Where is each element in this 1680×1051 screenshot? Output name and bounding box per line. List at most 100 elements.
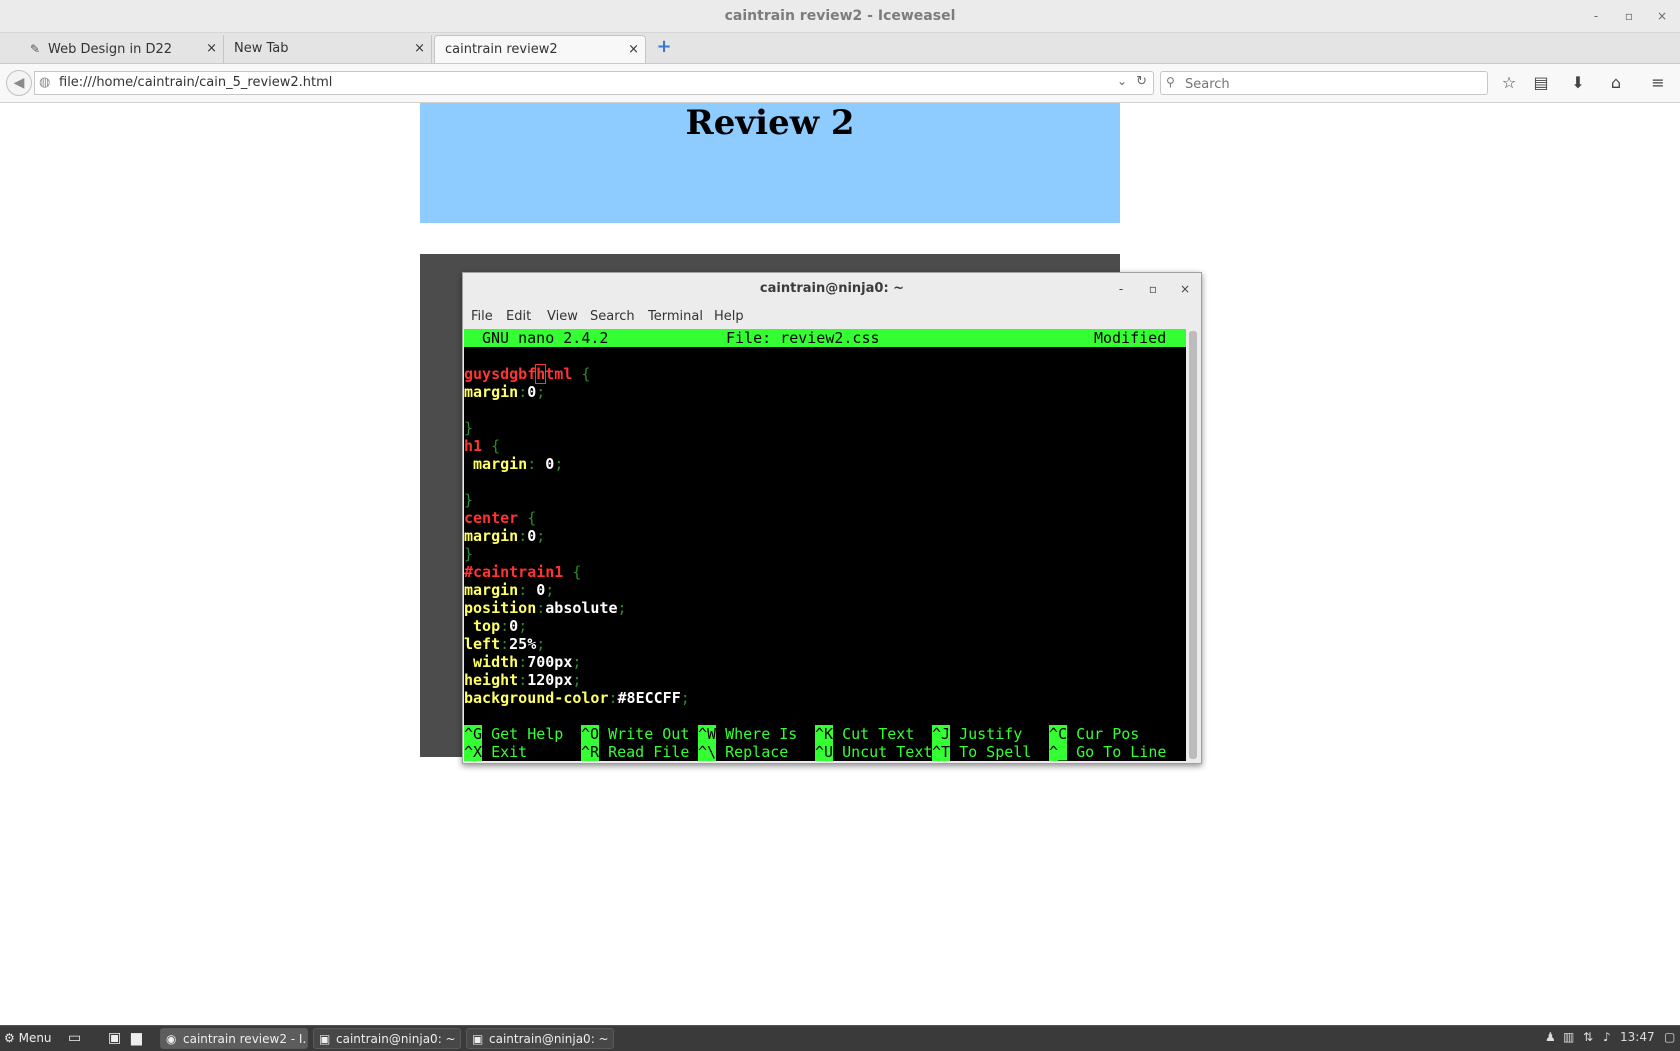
code-line: width:700px; <box>473 653 582 671</box>
new-tab-button[interactable]: + <box>654 36 674 58</box>
nano-title-bar: GNU nano 2.4.2 File: review2.css Modifie… <box>464 329 1186 347</box>
notification-icon[interactable]: ▢ <box>1664 1030 1675 1044</box>
globe-icon: ◍ <box>39 75 51 90</box>
tab-close-button[interactable]: × <box>628 36 639 64</box>
terminal-icon: ▣ <box>319 1032 331 1046</box>
terminal-minimize-button[interactable]: - <box>1111 279 1131 299</box>
search-input[interactable] <box>1183 74 1477 94</box>
url-text[interactable]: file:///home/caintrain/cain_5_review2.ht… <box>59 75 332 90</box>
code-line: height:120px; <box>464 671 582 689</box>
start-menu-button[interactable]: ⚙ Menu <box>4 1029 52 1048</box>
bookmark-star-icon[interactable]: ☆ <box>1498 73 1520 93</box>
url-bar[interactable]: ◍ file:///home/caintrain/cain_5_review2.… <box>34 71 1154 95</box>
nano-filename: File: review2.css <box>726 329 880 347</box>
code-line: margin:0; <box>464 527 546 545</box>
search-box[interactable]: ⚲ <box>1160 71 1488 95</box>
code-line: guysdgbfhtml { <box>464 364 591 384</box>
shortcut-get-help[interactable]: ^G Get Help <box>464 725 563 743</box>
shortcut-uncut-text[interactable]: ^U Uncut Text <box>815 743 932 761</box>
taskbar-item-terminal-2[interactable]: ▣ caintrain@ninja0: ~ <box>466 1028 614 1049</box>
search-icon: ⚲ <box>1166 75 1175 89</box>
tab-label: Web Design in D22 <box>48 42 173 57</box>
menu-view[interactable]: View <box>547 309 578 324</box>
code-line: h1 { <box>464 437 501 455</box>
user-icon[interactable]: ♟ <box>1545 1030 1556 1044</box>
volume-icon[interactable]: ♪ <box>1603 1030 1611 1044</box>
shortcut-justify[interactable]: ^J Justify <box>932 725 1022 743</box>
download-icon[interactable]: ⬇ <box>1567 73 1589 93</box>
shortcut-exit[interactable]: ^X Exit <box>464 743 527 761</box>
clipboard-icon[interactable]: ▥ <box>1563 1030 1574 1044</box>
terminal-icon: ▣ <box>472 1032 484 1046</box>
browser-icon: ◉ <box>166 1032 177 1046</box>
code-line: } <box>464 545 474 563</box>
terminal-menubar: File Edit View Search Terminal Help <box>463 305 1201 329</box>
tab-new-tab[interactable]: New Tab × <box>224 35 432 63</box>
taskbar-item-browser[interactable]: ◉ caintrain review2 - I... <box>160 1028 308 1049</box>
nano-version: GNU nano 2.4.2 <box>482 329 609 347</box>
terminal-maximize-button[interactable]: ▫ <box>1143 279 1163 299</box>
hamburger-menu-icon[interactable]: ≡ <box>1647 73 1669 93</box>
menu-help[interactable]: Help <box>714 309 744 324</box>
reading-list-icon[interactable]: ▤ <box>1530 73 1552 93</box>
code-line: background-color:#8ECCFF; <box>464 689 690 707</box>
code-line: left:25%; <box>464 635 546 653</box>
tab-web-design[interactable]: ✎ Web Design in D22 × <box>18 35 224 63</box>
code-line: #caintrain1 { <box>464 563 582 581</box>
shortcut-cur-pos[interactable]: ^C Cur Pos <box>1049 725 1139 743</box>
taskbar: ⚙ Menu ▭ ▣ ▆ ◉ caintrain review2 - I... ▣… <box>0 1025 1680 1051</box>
back-arrow-icon: ◀ <box>13 75 25 91</box>
text-cursor: h <box>535 364 547 384</box>
code-line: margin:0; <box>464 383 546 401</box>
menu-terminal[interactable]: Terminal <box>648 309 703 324</box>
terminal-scrollbar[interactable] <box>1189 331 1197 759</box>
navigation-toolbar: ◀ ◍ file:///home/caintrain/cain_5_review… <box>0 64 1680 103</box>
terminal-title: caintrain@ninja0: ~ <box>759 281 905 296</box>
minimize-button[interactable]: - <box>1586 6 1606 26</box>
clock[interactable]: 13:47 <box>1620 1030 1655 1044</box>
close-window-button[interactable]: × <box>1652 6 1672 26</box>
tab-caintrain-review2[interactable]: caintrain review2 × <box>434 35 646 63</box>
nano-status: Modified <box>1094 329 1167 347</box>
terminal-launcher-icon[interactable]: ▣ <box>108 1029 121 1048</box>
tab-label: New Tab <box>234 41 289 56</box>
tab-close-button[interactable]: × <box>414 35 425 63</box>
code-editor[interactable]: guysdgbfhtml { margin:0; } h1 { margin: … <box>464 364 1186 707</box>
shortcut-where-is[interactable]: ^W Where Is <box>698 725 797 743</box>
window-title: caintrain review2 - Iceweasel <box>724 8 956 24</box>
shortcut-go-to-line[interactable]: ^_ Go To Line <box>1049 743 1166 761</box>
menu-file[interactable]: File <box>471 309 493 324</box>
code-line: } <box>464 419 474 437</box>
chevron-down-icon[interactable]: ⌄ <box>1117 74 1127 88</box>
gnome-favicon-icon: ✎ <box>29 42 41 56</box>
tab-strip: ✎ Web Design in D22 × New Tab × caintrain… <box>0 33 1680 64</box>
code-line: } <box>464 491 474 509</box>
code-line: margin: 0; <box>473 455 564 473</box>
shortcut-cut-text[interactable]: ^K Cut Text <box>815 725 914 743</box>
reload-icon[interactable]: ↻ <box>1136 74 1147 89</box>
task-label: caintrain@ninja0: ~ <box>336 1032 456 1046</box>
shortcut-read-file[interactable]: ^R Read File <box>581 743 689 761</box>
show-desktop-icon[interactable]: ▭ <box>68 1029 81 1048</box>
start-menu-label: Menu <box>18 1031 52 1045</box>
tab-close-button[interactable]: × <box>206 35 217 63</box>
menu-edit[interactable]: Edit <box>506 309 531 324</box>
shortcut-replace[interactable]: ^\ Replace <box>698 743 788 761</box>
task-label: caintrain@ninja0: ~ <box>489 1032 609 1046</box>
maximize-button[interactable]: ▫ <box>1619 6 1639 26</box>
code-line: position:absolute; <box>464 599 627 617</box>
back-button[interactable]: ◀ <box>6 70 32 96</box>
home-icon[interactable]: ⌂ <box>1605 73 1627 93</box>
shortcut-to-spell[interactable]: ^T To Spell <box>932 743 1031 761</box>
code-line: margin: 0; <box>464 581 555 599</box>
terminal-window[interactable]: caintrain@ninja0: ~ - ▫ × File Edit View… <box>462 272 1202 764</box>
taskbar-item-terminal-1[interactable]: ▣ caintrain@ninja0: ~ <box>313 1028 461 1049</box>
terminal-close-button[interactable]: × <box>1175 279 1195 299</box>
shortcut-write-out[interactable]: ^O Write Out <box>581 725 689 743</box>
terminal-screen[interactable]: GNU nano 2.4.2 File: review2.css Modifie… <box>464 329 1186 761</box>
folder-launcher-icon[interactable]: ▆ <box>131 1029 142 1048</box>
network-icon[interactable]: ⇅ <box>1583 1030 1593 1044</box>
menu-search[interactable]: Search <box>590 309 635 324</box>
code-line: center { <box>464 509 537 527</box>
